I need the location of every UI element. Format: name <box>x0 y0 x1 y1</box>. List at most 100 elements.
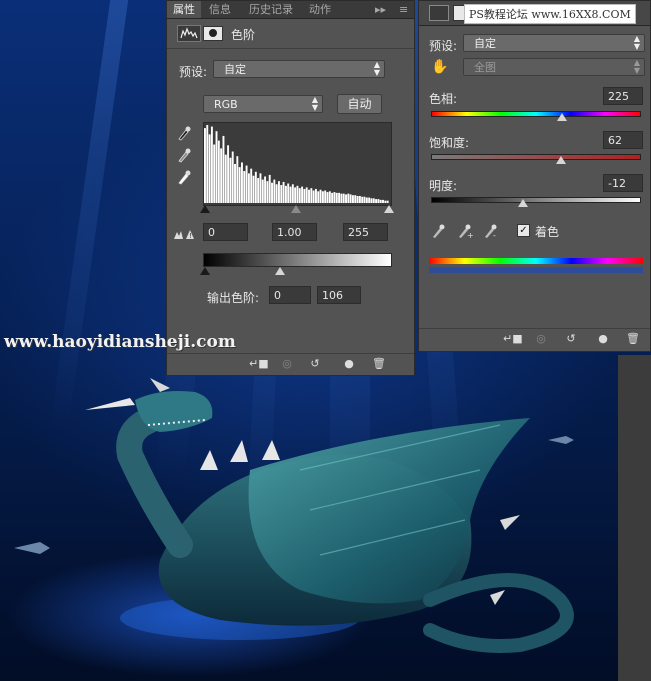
histogram-bar <box>363 196 366 203</box>
result-color-bar <box>429 267 643 273</box>
auto-button[interactable]: 自动 <box>337 94 382 114</box>
histogram-bar <box>250 168 253 203</box>
updown-arrow-icon: ▲ ▼ <box>633 58 640 75</box>
output-white-slider[interactable] <box>275 267 285 275</box>
histogram-bar <box>361 196 364 203</box>
levels-properties-panel: 属性 信息 历史记录 动作 ▸▸ ≡ 色阶 预设: 自定 ▲ ▼ RGB ▲ ▼ 自… <box>166 0 415 376</box>
histogram-bar <box>231 151 234 203</box>
preset-value: 自定 <box>474 37 496 50</box>
histogram-bar <box>264 176 267 203</box>
reset-icon[interactable]: ↺ <box>307 357 323 371</box>
histogram-bar <box>342 193 345 203</box>
preset-dropdown[interactable]: 自定 ▲ ▼ <box>213 60 385 78</box>
eyedropper-add-icon[interactable]: + <box>457 223 474 242</box>
histogram-bar <box>319 189 322 203</box>
histogram-bar <box>210 126 213 203</box>
view-previous-icon[interactable]: ◎ <box>533 332 549 346</box>
clip-to-layer-icon[interactable]: ↵■ <box>503 332 523 346</box>
tab-info[interactable]: 信息 <box>203 1 237 18</box>
canvas-edge <box>618 355 651 681</box>
mask-icon[interactable] <box>203 26 223 41</box>
output-black-slider[interactable] <box>200 267 210 275</box>
histogram-bar <box>321 191 324 203</box>
tab-actions[interactable]: 动作 <box>303 1 337 18</box>
input-black-slider[interactable] <box>200 205 210 213</box>
eye-icon[interactable]: ● <box>341 357 357 371</box>
clip-to-layer-icon[interactable]: ↵■ <box>249 357 269 371</box>
histogram-bar <box>294 187 297 203</box>
histogram-bar <box>347 193 350 203</box>
hand-icon[interactable]: ✋ <box>431 59 448 75</box>
panel-footer: ↵■ ◎ ↺ ● 🗑 <box>419 328 650 351</box>
trash-icon[interactable]: 🗑 <box>625 332 641 346</box>
histogram-bar <box>303 188 306 203</box>
adjustment-icon[interactable] <box>429 5 449 21</box>
output-black-field[interactable]: 0 <box>269 286 311 304</box>
lightness-slider-thumb[interactable] <box>518 199 528 207</box>
tab-history[interactable]: 历史记录 <box>243 1 299 18</box>
lightness-field[interactable]: -12 <box>603 174 643 192</box>
histogram-bar <box>289 186 292 203</box>
histogram-bar <box>291 184 294 203</box>
eyedropper-gray-icon[interactable] <box>177 147 191 166</box>
panel-menu-icon[interactable]: ≡ <box>393 1 414 18</box>
colorize-checkbox[interactable]: ✓ <box>517 224 530 237</box>
view-previous-icon[interactable]: ◎ <box>279 357 295 371</box>
input-black-field[interactable]: 0 <box>203 223 248 241</box>
histogram-bar <box>236 156 239 203</box>
histogram-bar <box>254 171 257 203</box>
hue-field[interactable]: 225 <box>603 87 643 105</box>
saturation-field[interactable]: 62 <box>603 131 643 149</box>
range-dropdown[interactable]: 全图 ▲ ▼ <box>463 58 645 76</box>
tab-properties[interactable]: 属性 <box>167 1 201 18</box>
histogram-bar <box>382 199 384 203</box>
histogram-bar <box>372 198 375 203</box>
histogram-bar <box>365 197 368 203</box>
histogram-bar <box>241 162 243 203</box>
saturation-slider-thumb[interactable] <box>556 156 566 164</box>
preset-label: 预设: <box>179 65 208 79</box>
histogram-bar <box>227 145 230 203</box>
histogram-bar <box>308 189 310 203</box>
reset-icon[interactable]: ↺ <box>563 332 579 346</box>
input-gamma-field[interactable]: 1.00 <box>272 223 317 241</box>
histogram-bar <box>386 200 389 203</box>
histogram-bar <box>328 191 331 203</box>
histogram-bar <box>222 135 225 203</box>
eyedropper-subtract-icon[interactable]: - <box>483 223 499 242</box>
histogram-bar <box>206 125 209 203</box>
panel-tab-bar: 属性 信息 历史记录 动作 ▸▸ ≡ <box>167 1 414 19</box>
panel-title: 色阶 <box>231 28 256 42</box>
channel-value: RGB <box>214 98 238 111</box>
eye-icon[interactable]: ● <box>595 332 611 346</box>
eyedropper-icon[interactable] <box>431 223 445 242</box>
channel-dropdown[interactable]: RGB ▲ ▼ <box>203 95 323 113</box>
lightness-slider-track <box>431 197 641 203</box>
histogram-bar <box>370 198 373 203</box>
histogram-bar <box>204 128 206 203</box>
trash-icon[interactable]: 🗑 <box>371 357 387 371</box>
hue-slider-thumb[interactable] <box>557 113 567 121</box>
eyedropper-black-icon[interactable] <box>177 125 191 144</box>
watermark-left: www.haoyidiansheji.com <box>4 332 236 352</box>
histogram-bar <box>354 195 357 203</box>
histogram-bar <box>261 179 264 203</box>
collapse-icon[interactable]: ▸▸ <box>369 1 392 18</box>
histogram-bar <box>229 157 232 203</box>
output-white-field[interactable]: 106 <box>317 286 361 304</box>
histogram-icon[interactable] <box>177 25 201 42</box>
histogram-bar <box>280 185 283 203</box>
histogram-bar <box>215 131 218 203</box>
preset-label: 预设: <box>429 39 458 53</box>
input-white-slider[interactable] <box>384 205 394 213</box>
histogram-bar <box>356 195 359 203</box>
eyedropper-white-icon[interactable] <box>177 169 191 188</box>
input-gamma-slider[interactable] <box>291 205 301 213</box>
input-white-field[interactable]: 255 <box>343 223 388 241</box>
histogram-bar <box>213 144 216 203</box>
histogram-bar <box>331 192 334 203</box>
histogram-bar <box>312 190 315 203</box>
histogram-bar <box>234 164 236 203</box>
preset-dropdown[interactable]: 自定 ▲ ▼ <box>463 34 645 52</box>
histogram-bar <box>296 185 299 203</box>
